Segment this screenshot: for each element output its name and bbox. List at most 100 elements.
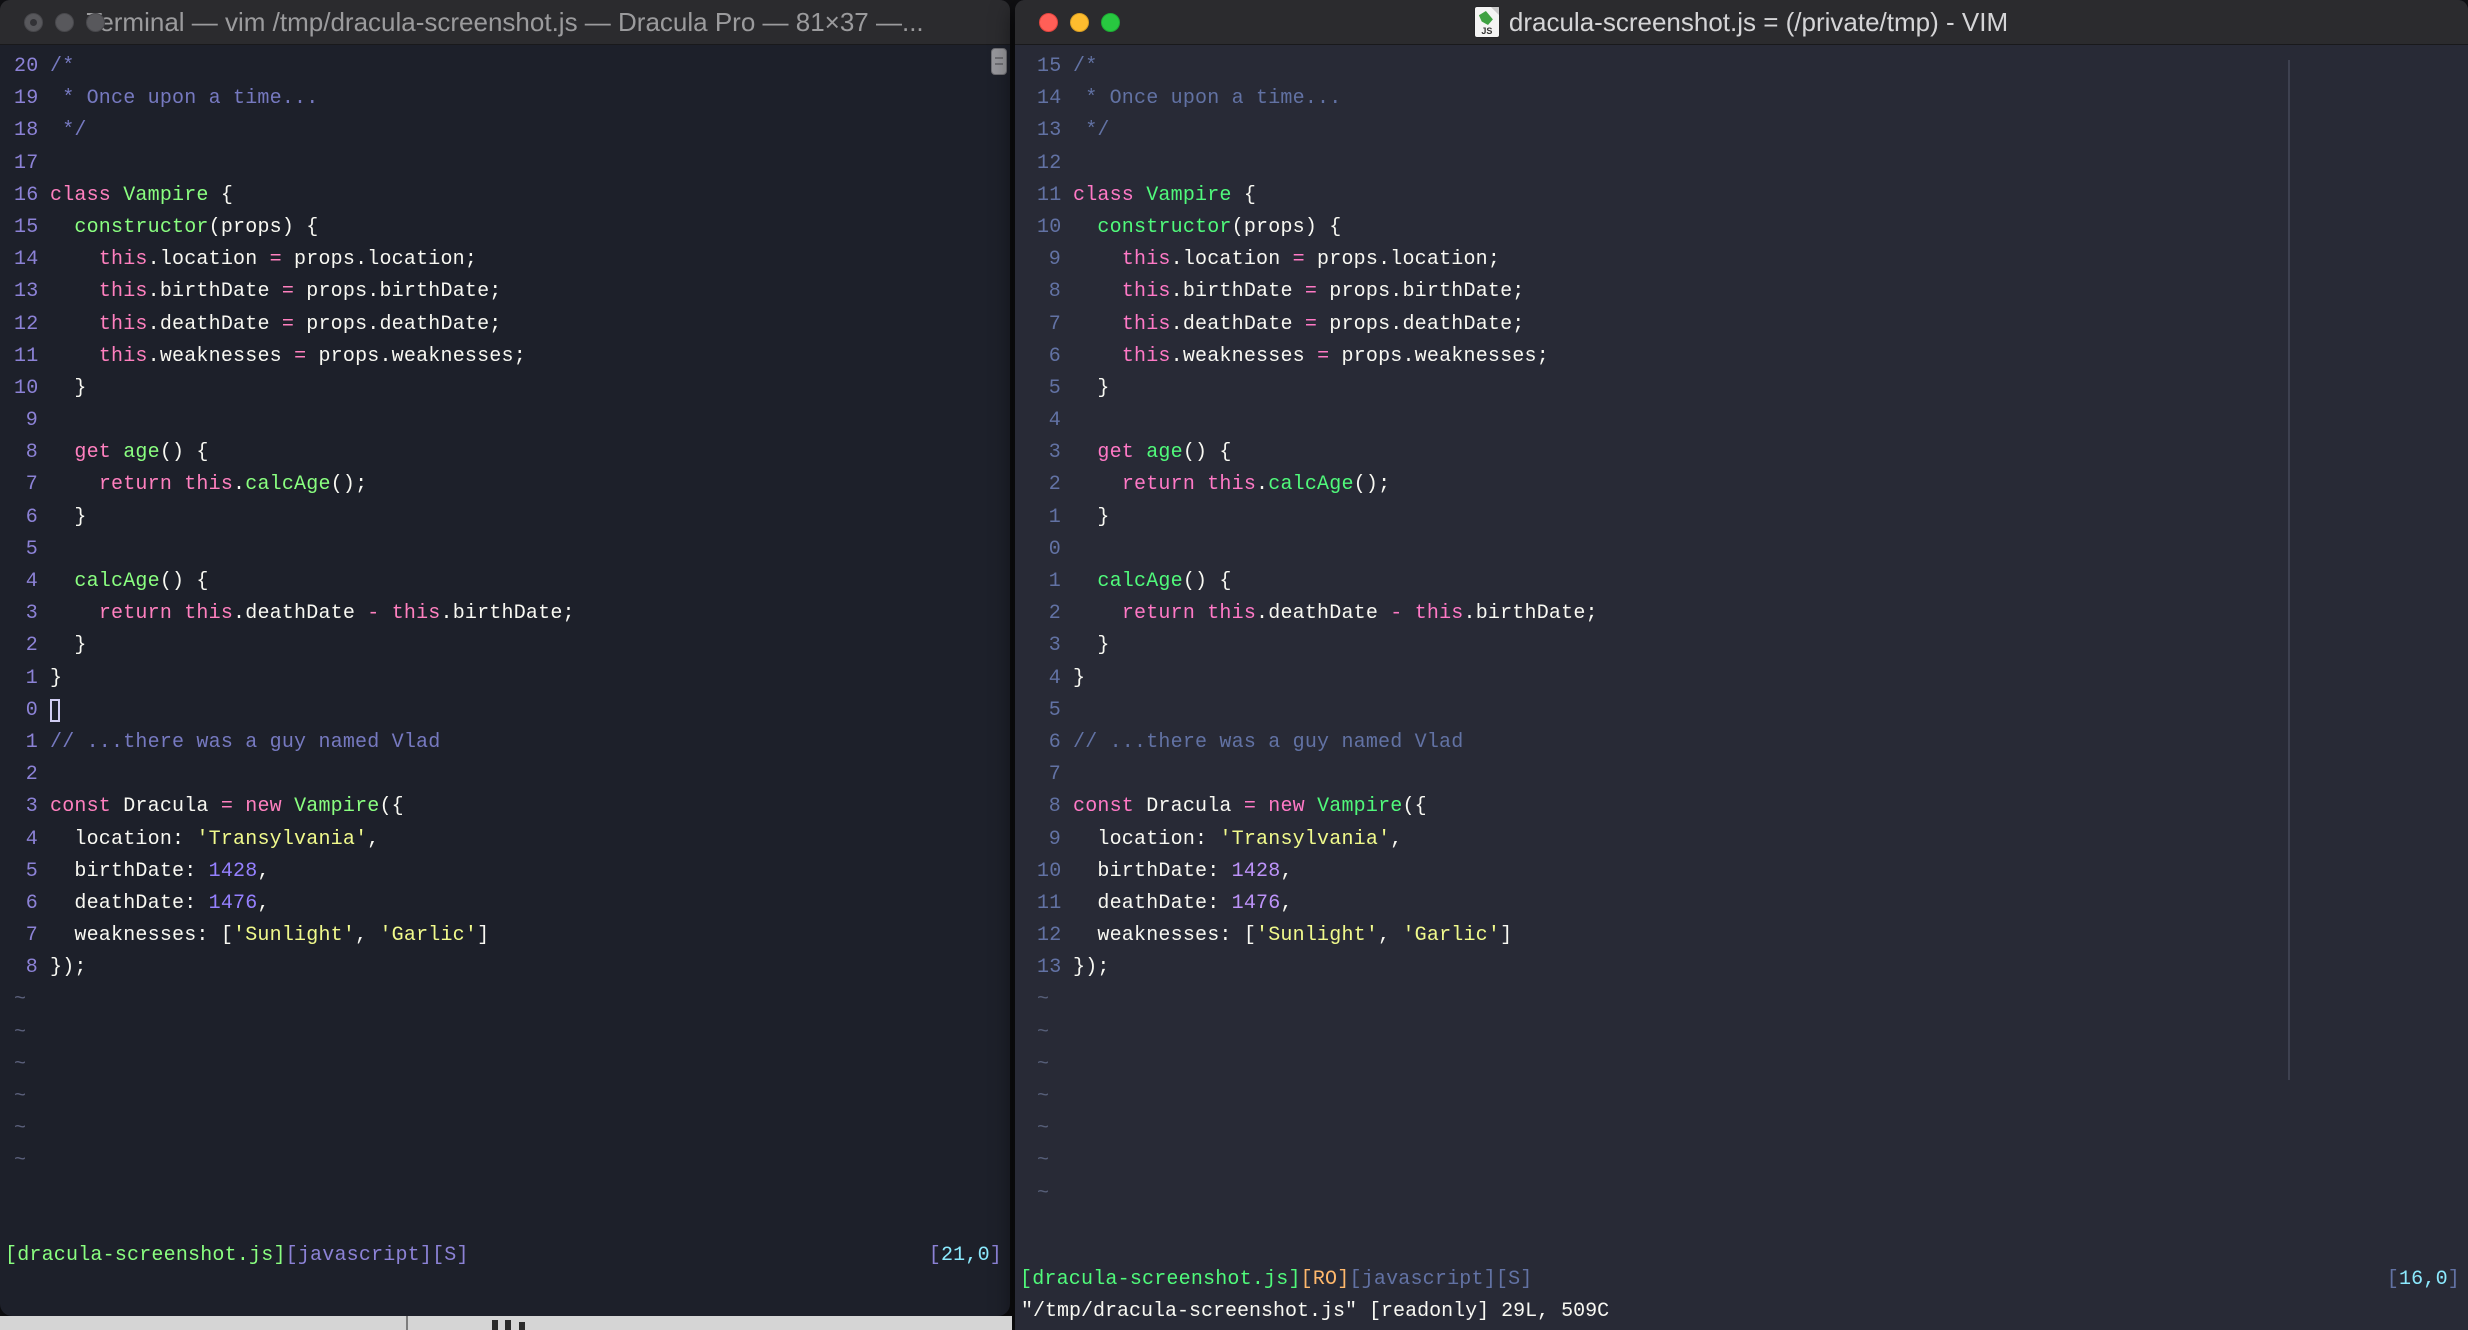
scrollbar-thumb[interactable]	[991, 48, 1007, 75]
code-line[interactable]: 7 this.deathDate = props.deathDate;	[1037, 309, 2468, 341]
line-number: 10	[14, 376, 39, 400]
code-line[interactable]: 4}	[1037, 663, 2468, 695]
code-line[interactable]: 9 this.location = props.location;	[1037, 244, 2468, 276]
code-line[interactable]: 5 }	[1037, 373, 2468, 405]
code-line[interactable]: 13 this.birthDate = props.birthDate;	[14, 276, 1010, 308]
code-line[interactable]: 12 this.deathDate = props.deathDate;	[14, 309, 1010, 341]
code-line[interactable]: 3 return this.deathDate - this.birthDate…	[14, 598, 1010, 630]
status-line: [dracula-screenshot.js][RO][javascript][…	[1015, 1264, 2468, 1296]
code-line[interactable]: 17	[14, 148, 1010, 180]
code-token: props.weaknesses;	[1329, 344, 1549, 368]
code-token: this	[1121, 312, 1171, 336]
code-line[interactable]: 15 /*	[1037, 51, 2468, 83]
code-token: this	[98, 312, 148, 336]
code-token: =	[281, 312, 295, 336]
code-line[interactable]: 7 return this.calcAge();	[14, 469, 1010, 501]
minimize-button[interactable]	[55, 13, 74, 32]
code-token: */	[1073, 119, 1110, 143]
close-button[interactable]	[1039, 13, 1058, 32]
code-line[interactable]: 7	[1037, 759, 2468, 791]
code-line[interactable]: 5	[14, 534, 1010, 566]
code-line[interactable]: 10 }	[14, 373, 1010, 405]
code-token: ,	[355, 924, 380, 948]
code-line[interactable]: 1}	[14, 663, 1010, 695]
code-token: ,	[1280, 859, 1293, 883]
code-line[interactable]: 18 */	[14, 115, 1010, 147]
code-token: 'Transylvania'	[196, 827, 368, 851]
code-line[interactable]: 3 const Dracula = new Vampire({	[14, 791, 1010, 823]
code-line[interactable]: 6 deathDate: 1476,	[14, 888, 1010, 920]
code-line[interactable]: 5	[1037, 695, 2468, 727]
zoom-button[interactable]	[86, 13, 105, 32]
code-line[interactable]: 4	[1037, 405, 2468, 437]
vim-scrollbar[interactable]	[2288, 60, 2290, 1080]
code-line[interactable]: 0	[1037, 534, 2468, 566]
code-line[interactable]: 11 deathDate: 1476,	[1037, 888, 2468, 920]
code-line[interactable]: 8 const Dracula = new Vampire({	[1037, 791, 2468, 823]
code-line[interactable]: 4 calcAge() {	[14, 566, 1010, 598]
code-line[interactable]: 2 }	[14, 630, 1010, 662]
code-token: =	[269, 248, 282, 272]
code-line[interactable]: 3 }	[1037, 630, 2468, 662]
code-token: =	[1317, 344, 1330, 368]
terminal-window[interactable]: Terminal — vim /tmp/dracula-screenshot.j…	[0, 0, 1010, 1316]
code-line[interactable]: 8});	[14, 952, 1010, 984]
code-line[interactable]: 13 */	[1037, 115, 2468, 147]
code-line[interactable]: 6 this.weaknesses = props.weaknesses;	[1037, 341, 2468, 373]
code-line[interactable]: 11 this.weaknesses = props.weaknesses;	[14, 341, 1010, 373]
code-line[interactable]: 9 location: 'Transylvania',	[1037, 824, 2468, 856]
code-line[interactable]: 20 /*	[14, 51, 1010, 83]
code-line[interactable]: 7 weaknesses: ['Sunlight', 'Garlic']	[14, 920, 1010, 952]
code-line[interactable]: 9	[14, 405, 1010, 437]
line-number: 13	[1037, 119, 1062, 143]
code-line[interactable]: 11 class Vampire {	[1037, 180, 2468, 212]
zoom-button[interactable]	[1101, 13, 1120, 32]
code-line[interactable]: 10 constructor(props) {	[1037, 212, 2468, 244]
code-line[interactable]: 14 * Once upon a time...	[1037, 83, 2468, 115]
code-line[interactable]: 14 this.location = props.location;	[14, 244, 1010, 276]
vim-content[interactable]: 15/* 14 * Once upon a time... 13 */12 11 cla…	[1015, 45, 2468, 1330]
code-token: ,	[257, 891, 270, 915]
code-token: Dracula	[1134, 795, 1244, 819]
terminal-titlebar[interactable]: Terminal — vim /tmp/dracula-screenshot.j…	[0, 0, 1010, 45]
code-line[interactable]: 1 // ...there was a guy named Vlad	[14, 727, 1010, 759]
code-line[interactable]: 4 location: 'Transylvania',	[14, 824, 1010, 856]
code-token: ,	[257, 859, 270, 883]
code-line[interactable]: 1 }	[1037, 502, 2468, 534]
terminal-content[interactable]: 20/* 19 * Once upon a time... 18 */17 16 cla…	[0, 45, 1010, 1316]
code-line[interactable]: 8 get age() {	[14, 437, 1010, 469]
code-line[interactable]: 2	[14, 759, 1010, 791]
code-token: this	[98, 248, 148, 272]
code-line[interactable]: 16 class Vampire {	[14, 180, 1010, 212]
code-line[interactable]: 19 * Once upon a time...	[14, 83, 1010, 115]
code-line[interactable]: 0	[14, 695, 1010, 727]
code-line[interactable]: 6 // ...there was a guy named Vlad	[1037, 727, 2468, 759]
code-token: weaknesses: [	[1073, 924, 1257, 948]
macvim-window[interactable]: JS dracula-screenshot.js = (/private/tmp…	[1015, 0, 2468, 1330]
code-line[interactable]: 1 calcAge() {	[1037, 566, 2468, 598]
code-line[interactable]: 12 weaknesses: ['Sunlight', 'Garlic']	[1037, 920, 2468, 952]
code-line[interactable]: 5 birthDate: 1428,	[14, 856, 1010, 888]
code-line[interactable]: 2 return this.deathDate - this.birthDate…	[1037, 598, 2468, 630]
code-token: .weaknesses	[147, 344, 295, 368]
close-button[interactable]	[24, 13, 43, 32]
code-token: Vampire	[123, 183, 209, 207]
minimize-button[interactable]	[1070, 13, 1089, 32]
code-token: props.weaknesses;	[306, 344, 526, 368]
tilde-line: ~	[14, 1085, 27, 1108]
code-line[interactable]: 8 this.birthDate = props.birthDate;	[1037, 276, 2468, 308]
code-line[interactable]: 10 birthDate: 1428,	[1037, 856, 2468, 888]
code-line[interactable]: 2 return this.calcAge();	[1037, 469, 2468, 501]
code-line[interactable]: 13});	[1037, 952, 2468, 984]
code-line[interactable]: 3 get age() {	[1037, 437, 2468, 469]
tilde-line: ~	[1037, 1117, 1050, 1141]
code-line[interactable]: 15 constructor(props) {	[14, 212, 1010, 244]
code-line[interactable]: 6 }	[14, 502, 1010, 534]
position-bracket: ]	[989, 1244, 1002, 1267]
code-line[interactable]: 12	[1037, 148, 2468, 180]
macvim-titlebar[interactable]: JS dracula-screenshot.js = (/private/tmp…	[1015, 0, 2468, 45]
code-token: ,	[1280, 891, 1293, 915]
